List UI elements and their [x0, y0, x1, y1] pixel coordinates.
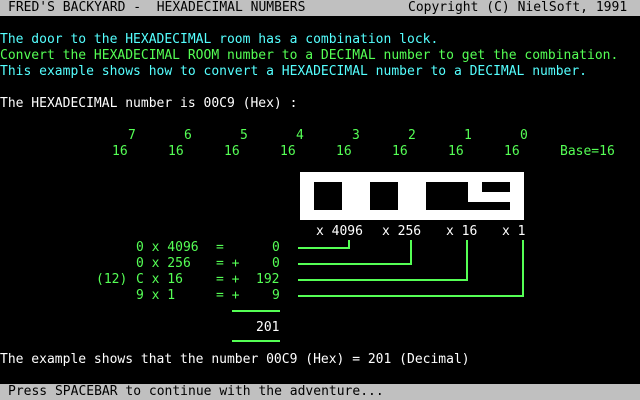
base-value: 16: [168, 144, 184, 159]
multiplier: x 4096: [316, 224, 363, 239]
hex-prompt: The HEXADECIMAL number is 00C9 (Hex) :: [0, 96, 298, 111]
calc-equals: = +: [216, 288, 240, 303]
exponent: 6: [184, 128, 192, 143]
exponent: 0: [520, 128, 528, 143]
base-value: 16: [504, 144, 520, 159]
continue-prompt: Press SPACEBAR to continue with the adve…: [8, 384, 384, 399]
connector-line: [522, 240, 524, 296]
base-label: Base=16: [560, 144, 615, 159]
total-divider: [232, 340, 280, 342]
big-digit-c: [412, 172, 468, 220]
big-digit-9: [468, 172, 524, 220]
connector-line: [298, 263, 412, 265]
calc-expression: 0 x 4096: [136, 240, 199, 255]
intro-line-1: The door to the HEXADECIMAL room has a c…: [0, 32, 439, 47]
base-value: 16: [448, 144, 464, 159]
calc-equals: =: [216, 240, 224, 255]
calc-expression: 0 x 256: [136, 256, 191, 271]
calc-value: 192: [256, 272, 280, 287]
big-digit-0: [356, 172, 412, 220]
intro-line-3: This example shows how to convert a HEXA…: [0, 64, 587, 79]
total-divider: [232, 310, 280, 312]
base-value: 16: [112, 144, 128, 159]
calc-expression: C x 16: [136, 272, 183, 287]
calc-equals: = +: [216, 256, 240, 271]
base-value: 16: [280, 144, 296, 159]
exponent: 5: [240, 128, 248, 143]
multiplier: x 256: [382, 224, 422, 239]
big-digit-0: [300, 172, 356, 220]
exponent: 2: [408, 128, 416, 143]
calc-value: 0: [272, 240, 280, 255]
base-value: 16: [336, 144, 352, 159]
exponent: 1: [464, 128, 472, 143]
conclusion-text: The example shows that the number 00C9 (…: [0, 352, 470, 367]
connector-line: [298, 295, 524, 297]
calc-equals: = +: [216, 272, 240, 287]
calc-prefix: (12): [96, 272, 128, 287]
calc-expression: 9 x 1: [136, 288, 176, 303]
copyright-text: Copyright (C) NielSoft, 1991: [408, 0, 628, 15]
multiplier: x 1: [502, 224, 526, 239]
connector-line: [298, 247, 350, 249]
connector-line: [298, 279, 468, 281]
status-bar: Press SPACEBAR to continue with the adve…: [0, 384, 640, 400]
connector-line: [466, 240, 468, 280]
exponent: 3: [352, 128, 360, 143]
connector-line: [410, 240, 412, 264]
exponent: 4: [296, 128, 304, 143]
title-bar: FRED'S BACKYARD - HEXADECIMAL NUMBERS Co…: [0, 0, 640, 16]
window-title: FRED'S BACKYARD - HEXADECIMAL NUMBERS: [8, 0, 306, 15]
calc-value: 9: [272, 288, 280, 303]
intro-line-2: Convert the HEXADECIMAL ROOM number to a…: [0, 48, 619, 63]
calc-value: 0: [272, 256, 280, 271]
base-value: 16: [224, 144, 240, 159]
total-value: 201: [256, 320, 280, 335]
exponent: 7: [128, 128, 136, 143]
base-value: 16: [392, 144, 408, 159]
multiplier: x 16: [446, 224, 478, 239]
